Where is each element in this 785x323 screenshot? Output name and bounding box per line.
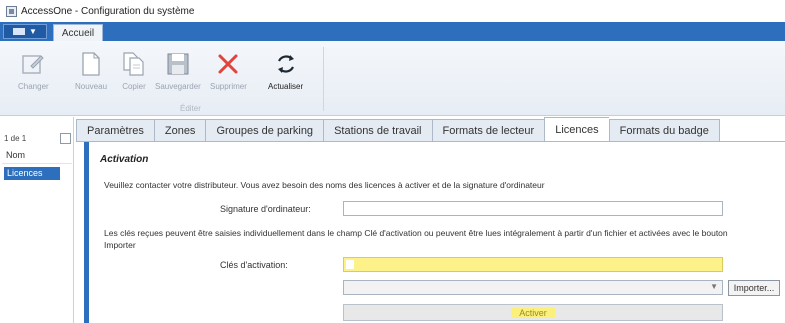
content-tabs: Paramètres Zones Groupes de parking Stat… bbox=[76, 117, 720, 142]
list-column-header[interactable]: Nom bbox=[2, 150, 72, 164]
activation-keys-field[interactable] bbox=[343, 257, 723, 272]
tabs-divider bbox=[76, 141, 785, 142]
activate-label: Activer bbox=[511, 307, 555, 318]
title-bar: AccessOne - Configuration du système bbox=[0, 0, 785, 22]
actualiser-button[interactable]: Actualiser bbox=[268, 49, 303, 91]
tab-licences[interactable]: Licences bbox=[544, 117, 609, 142]
distributor-info: Veuillez contacter votre distributeur. V… bbox=[104, 180, 545, 190]
app-menu-button[interactable]: ▼ bbox=[3, 24, 47, 39]
supprimer-button[interactable]: Supprimer bbox=[210, 49, 247, 91]
actualiser-label: Actualiser bbox=[268, 82, 304, 91]
sauvegarder-label: Sauvegarder bbox=[155, 82, 201, 91]
changer-label: Changer bbox=[18, 82, 49, 91]
delete-icon bbox=[215, 49, 241, 79]
select-all-checkbox[interactable] bbox=[60, 132, 71, 144]
section-title: Activation bbox=[100, 154, 149, 165]
sauvegarder-button[interactable]: Sauvegarder bbox=[155, 49, 201, 91]
supprimer-label: Supprimer bbox=[210, 82, 247, 91]
refresh-icon bbox=[273, 49, 299, 79]
edit-icon bbox=[20, 49, 46, 79]
tab-stations-de-travail[interactable]: Stations de travail bbox=[323, 119, 432, 142]
list-item-licences[interactable]: Licences bbox=[4, 167, 60, 180]
nouveau-label: Nouveau bbox=[75, 82, 108, 91]
left-list-panel: 1 de 1 Nom Licences bbox=[0, 117, 74, 323]
tab-formats-du-badge[interactable]: Formats du badge bbox=[608, 119, 720, 142]
ribbon-body: Changer Nouveau Copier Sauvegarder Suppr… bbox=[0, 41, 785, 116]
import-button[interactable]: Importer... bbox=[728, 280, 780, 296]
nouveau-button[interactable]: Nouveau bbox=[75, 49, 107, 91]
chevron-down-icon: ▼ bbox=[29, 27, 37, 36]
tab-zones[interactable]: Zones bbox=[153, 119, 206, 142]
ribbon-group-separator bbox=[323, 47, 324, 111]
field-caret bbox=[346, 260, 354, 269]
menu-icon bbox=[13, 28, 26, 35]
tab-formats-de-lecteur[interactable]: Formats de lecteur bbox=[431, 119, 545, 142]
app-icon bbox=[6, 5, 17, 17]
copy-icon bbox=[121, 49, 147, 79]
window-title: AccessOne - Configuration du système bbox=[21, 5, 195, 17]
new-document-icon bbox=[80, 49, 102, 79]
ribbon-group-label: Éditer bbox=[180, 104, 201, 113]
signature-field[interactable] bbox=[343, 201, 723, 216]
signature-label: Signature d'ordinateur: bbox=[220, 204, 311, 214]
pager: 1 de 1 bbox=[2, 131, 74, 145]
keys-label: Clés d'activation: bbox=[220, 260, 288, 270]
tab-groupes-de-parking[interactable]: Groupes de parking bbox=[205, 119, 324, 142]
keys-info: Les clés reçues peuvent être saisies ind… bbox=[104, 228, 728, 250]
tab-parametres[interactable]: Paramètres bbox=[76, 119, 154, 142]
activate-button[interactable]: Activer bbox=[343, 304, 723, 321]
ribbon-tab-accueil[interactable]: Accueil bbox=[53, 24, 103, 41]
accent-rail bbox=[84, 142, 89, 323]
pager-count: 1 de 1 bbox=[4, 133, 27, 143]
changer-button[interactable]: Changer bbox=[18, 49, 49, 91]
copier-label: Copier bbox=[122, 82, 146, 91]
copier-button[interactable]: Copier bbox=[121, 49, 147, 91]
save-icon bbox=[165, 49, 191, 79]
ribbon-tab-bar: ▼ Accueil bbox=[0, 22, 785, 41]
license-file-combo[interactable]: ▼ bbox=[343, 280, 723, 295]
chevron-down-icon: ▼ bbox=[710, 282, 718, 291]
